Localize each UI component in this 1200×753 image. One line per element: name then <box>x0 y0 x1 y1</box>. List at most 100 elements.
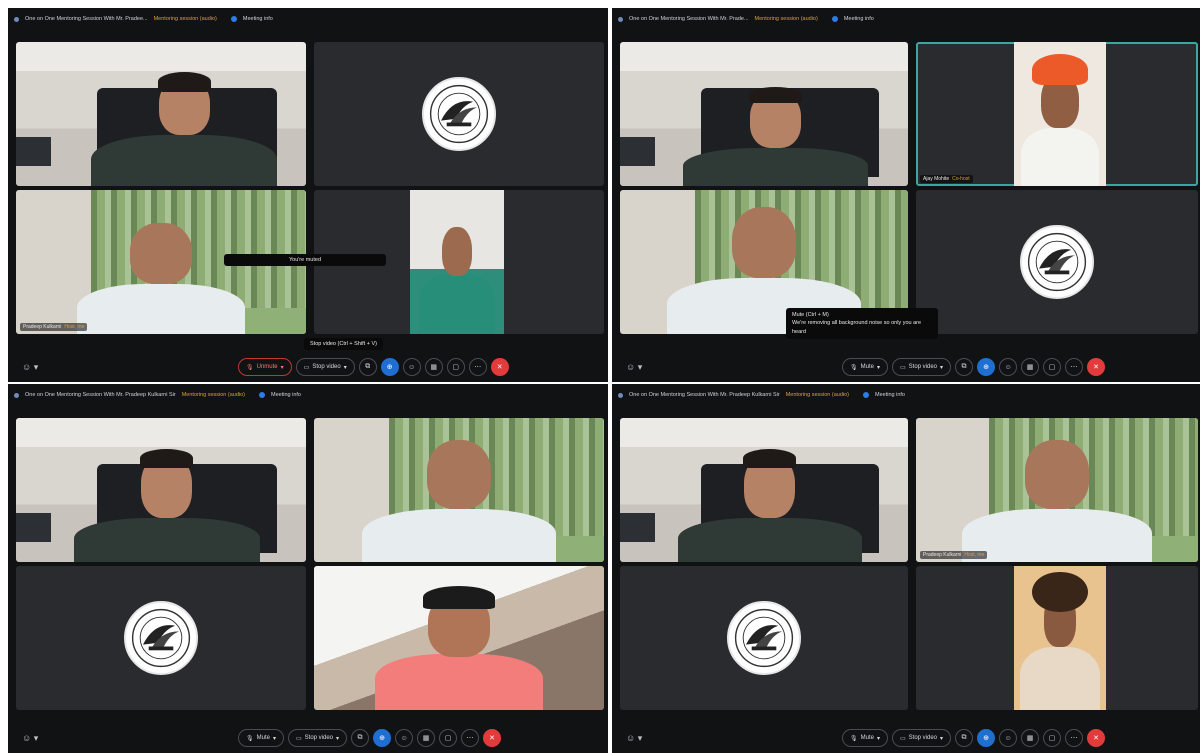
meeting-badge: Mentoring session (audio) <box>153 16 217 22</box>
window-icon <box>618 16 623 22</box>
participant-name-tag: Pradeep Kulkarni Host, me <box>20 323 88 331</box>
video-tile[interactable] <box>314 418 604 562</box>
video-grid: Pradeep Kulkarni Host, me <box>620 418 1198 710</box>
organization-logo <box>727 601 801 675</box>
participants-icon[interactable]: ⊕ <box>373 729 392 747</box>
share-icon[interactable]: ⧉ <box>955 358 974 376</box>
info-icon[interactable] <box>259 392 266 398</box>
unmute-button[interactable]: 🎙 Unmute ▾ <box>238 358 292 376</box>
window-icon <box>14 16 19 22</box>
title-bar: One on One Mentoring Session With Mr. Pr… <box>8 384 608 406</box>
more-icon[interactable]: ⋯ <box>468 358 487 376</box>
video-tile[interactable] <box>916 566 1198 710</box>
reactions-icon[interactable]: ☺ <box>395 729 414 747</box>
apps-icon[interactable]: ▦ <box>424 358 443 376</box>
organization-logo <box>124 601 198 675</box>
share-icon[interactable]: ⧉ <box>358 358 377 376</box>
apps-icon[interactable]: ▦ <box>417 729 436 747</box>
video-tile[interactable] <box>16 418 306 562</box>
chat-icon[interactable]: ▢ <box>1043 358 1062 376</box>
stop-video-button[interactable]: ▭ Stop video ▾ <box>891 729 952 747</box>
meeting-info-link[interactable]: Meeting info <box>844 16 874 22</box>
chat-icon[interactable]: ▢ <box>1043 729 1062 747</box>
layout-icon[interactable]: ☺ ▾ <box>22 733 38 744</box>
video-tile[interactable] <box>916 190 1198 334</box>
leave-meeting-icon[interactable]: ✕ <box>490 358 509 376</box>
meeting-badge: Mentoring session (audio) <box>754 16 818 22</box>
video-tile[interactable] <box>16 566 306 710</box>
share-icon[interactable]: ⧉ <box>351 729 370 747</box>
participant-video <box>410 190 504 334</box>
participants-icon[interactable]: ⊕ <box>977 358 996 376</box>
title-bar: One on One Mentoring Session With Mr. Pr… <box>612 8 1200 30</box>
window-icon <box>618 392 623 398</box>
meeting-controls: 🎙 Mute ▾ ▭ Stop video ▾ ⧉ ⊕ ☺ ▦ ▢ ⋯ ✕ <box>842 729 1106 747</box>
layout-icon[interactable]: ☺ ▾ <box>626 362 642 373</box>
info-icon[interactable] <box>230 16 237 22</box>
share-icon[interactable]: ⧉ <box>955 729 974 747</box>
mute-button[interactable]: 🎙 Mute ▾ <box>238 729 284 747</box>
muted-tooltip: You're muted <box>224 254 386 266</box>
meeting-controls: 🎙 Mute ▾ ▭ Stop video ▾ ⧉ ⊕ ☺ ▦ ▢ ⋯ ✕ <box>238 729 502 747</box>
video-tile[interactable] <box>314 566 604 710</box>
chat-icon[interactable]: ▢ <box>446 358 465 376</box>
participant-video <box>677 447 862 562</box>
participant-name-tag: Ajay Mohite Co-host <box>920 175 973 183</box>
layout-icon[interactable]: ☺ ▾ <box>626 733 642 744</box>
meeting-window-3: One on One Mentoring Session With Mr. Pr… <box>8 384 608 753</box>
meeting-controls: 🎙 Mute ▾ ▭ Stop video ▾ ⧉ ⊕ ☺ ▦ ▢ ⋯ ✕ <box>842 358 1106 376</box>
meeting-window-2: One on One Mentoring Session With Mr. Pr… <box>612 8 1200 382</box>
control-bar: ☺ ▾ 🎙 Mute ▾ ▭ Stop video ▾ ⧉ ⊕ ☺ ▦ ▢ ⋯ ✕ <box>8 723 608 753</box>
video-tile[interactable] <box>314 42 604 186</box>
meeting-window-4: One on One Mentoring Session With Mr. Pr… <box>612 384 1200 753</box>
meeting-title: One on One Mentoring Session With Mr. Pr… <box>25 16 148 22</box>
meeting-info-link[interactable]: Meeting info <box>243 16 273 22</box>
meeting-badge: Mentoring session (audio) <box>181 392 246 398</box>
chat-icon[interactable]: ▢ <box>439 729 458 747</box>
stop-video-button[interactable]: ▭ Stop video ▾ <box>295 358 355 376</box>
meeting-title: One on One Mentoring Session With Mr. Pr… <box>25 392 176 398</box>
layout-icon[interactable]: ☺ ▾ <box>22 362 38 373</box>
participants-icon[interactable]: ⊕ <box>977 729 996 747</box>
participant-video <box>1014 566 1106 710</box>
participants-icon[interactable]: ⊕ <box>380 358 399 376</box>
video-grid <box>16 418 604 710</box>
more-icon[interactable]: ⋯ <box>461 729 480 747</box>
leave-meeting-icon[interactable]: ✕ <box>1087 358 1106 376</box>
organization-logo <box>422 77 496 151</box>
video-tile[interactable] <box>620 42 908 186</box>
leave-meeting-icon[interactable]: ✕ <box>483 729 502 747</box>
control-bar: ☺ ▾ 🎙 Unmute ▾ ▭ Stop video ▾ ⧉ ⊕ ☺ ▦ ▢ ⋯ … <box>8 352 608 382</box>
stop-video-button[interactable]: ▭ Stop video ▾ <box>891 358 952 376</box>
info-icon[interactable] <box>831 16 838 22</box>
meeting-title: One on One Mentoring Session With Mr. Pr… <box>629 16 749 22</box>
participant-video <box>962 435 1152 562</box>
apps-icon[interactable]: ▦ <box>1021 358 1040 376</box>
meeting-info-link[interactable]: Meeting info <box>875 392 905 398</box>
video-tile[interactable] <box>16 42 306 186</box>
participant-video <box>361 435 557 562</box>
leave-meeting-icon[interactable]: ✕ <box>1087 729 1106 747</box>
mic-icon: 🎙 <box>850 364 858 371</box>
participant-video <box>1014 42 1106 186</box>
reactions-icon[interactable]: ☺ <box>402 358 421 376</box>
camera-icon: ▭ <box>303 364 310 371</box>
reactions-icon[interactable]: ☺ <box>999 358 1018 376</box>
camera-icon: ▭ <box>295 735 302 742</box>
reactions-icon[interactable]: ☺ <box>999 729 1018 747</box>
meeting-info-link[interactable]: Meeting info <box>271 392 301 398</box>
mute-button[interactable]: 🎙 Mute ▾ <box>842 358 888 376</box>
info-icon[interactable] <box>863 392 870 398</box>
video-tile[interactable]: Ajay Mohite Co-host <box>916 42 1198 186</box>
camera-icon: ▭ <box>899 364 906 371</box>
stop-video-button[interactable]: ▭ Stop video ▾ <box>287 729 348 747</box>
mic-icon: 🎙 <box>246 735 254 742</box>
more-icon[interactable]: ⋯ <box>1065 729 1084 747</box>
video-tile[interactable]: Pradeep Kulkarni Host, me <box>916 418 1198 562</box>
meeting-window-1: One on One Mentoring Session With Mr. Pr… <box>8 8 608 382</box>
more-icon[interactable]: ⋯ <box>1065 358 1084 376</box>
apps-icon[interactable]: ▦ <box>1021 729 1040 747</box>
mute-button[interactable]: 🎙 Mute ▾ <box>842 729 888 747</box>
video-tile[interactable] <box>620 418 908 562</box>
video-tile[interactable] <box>620 566 908 710</box>
